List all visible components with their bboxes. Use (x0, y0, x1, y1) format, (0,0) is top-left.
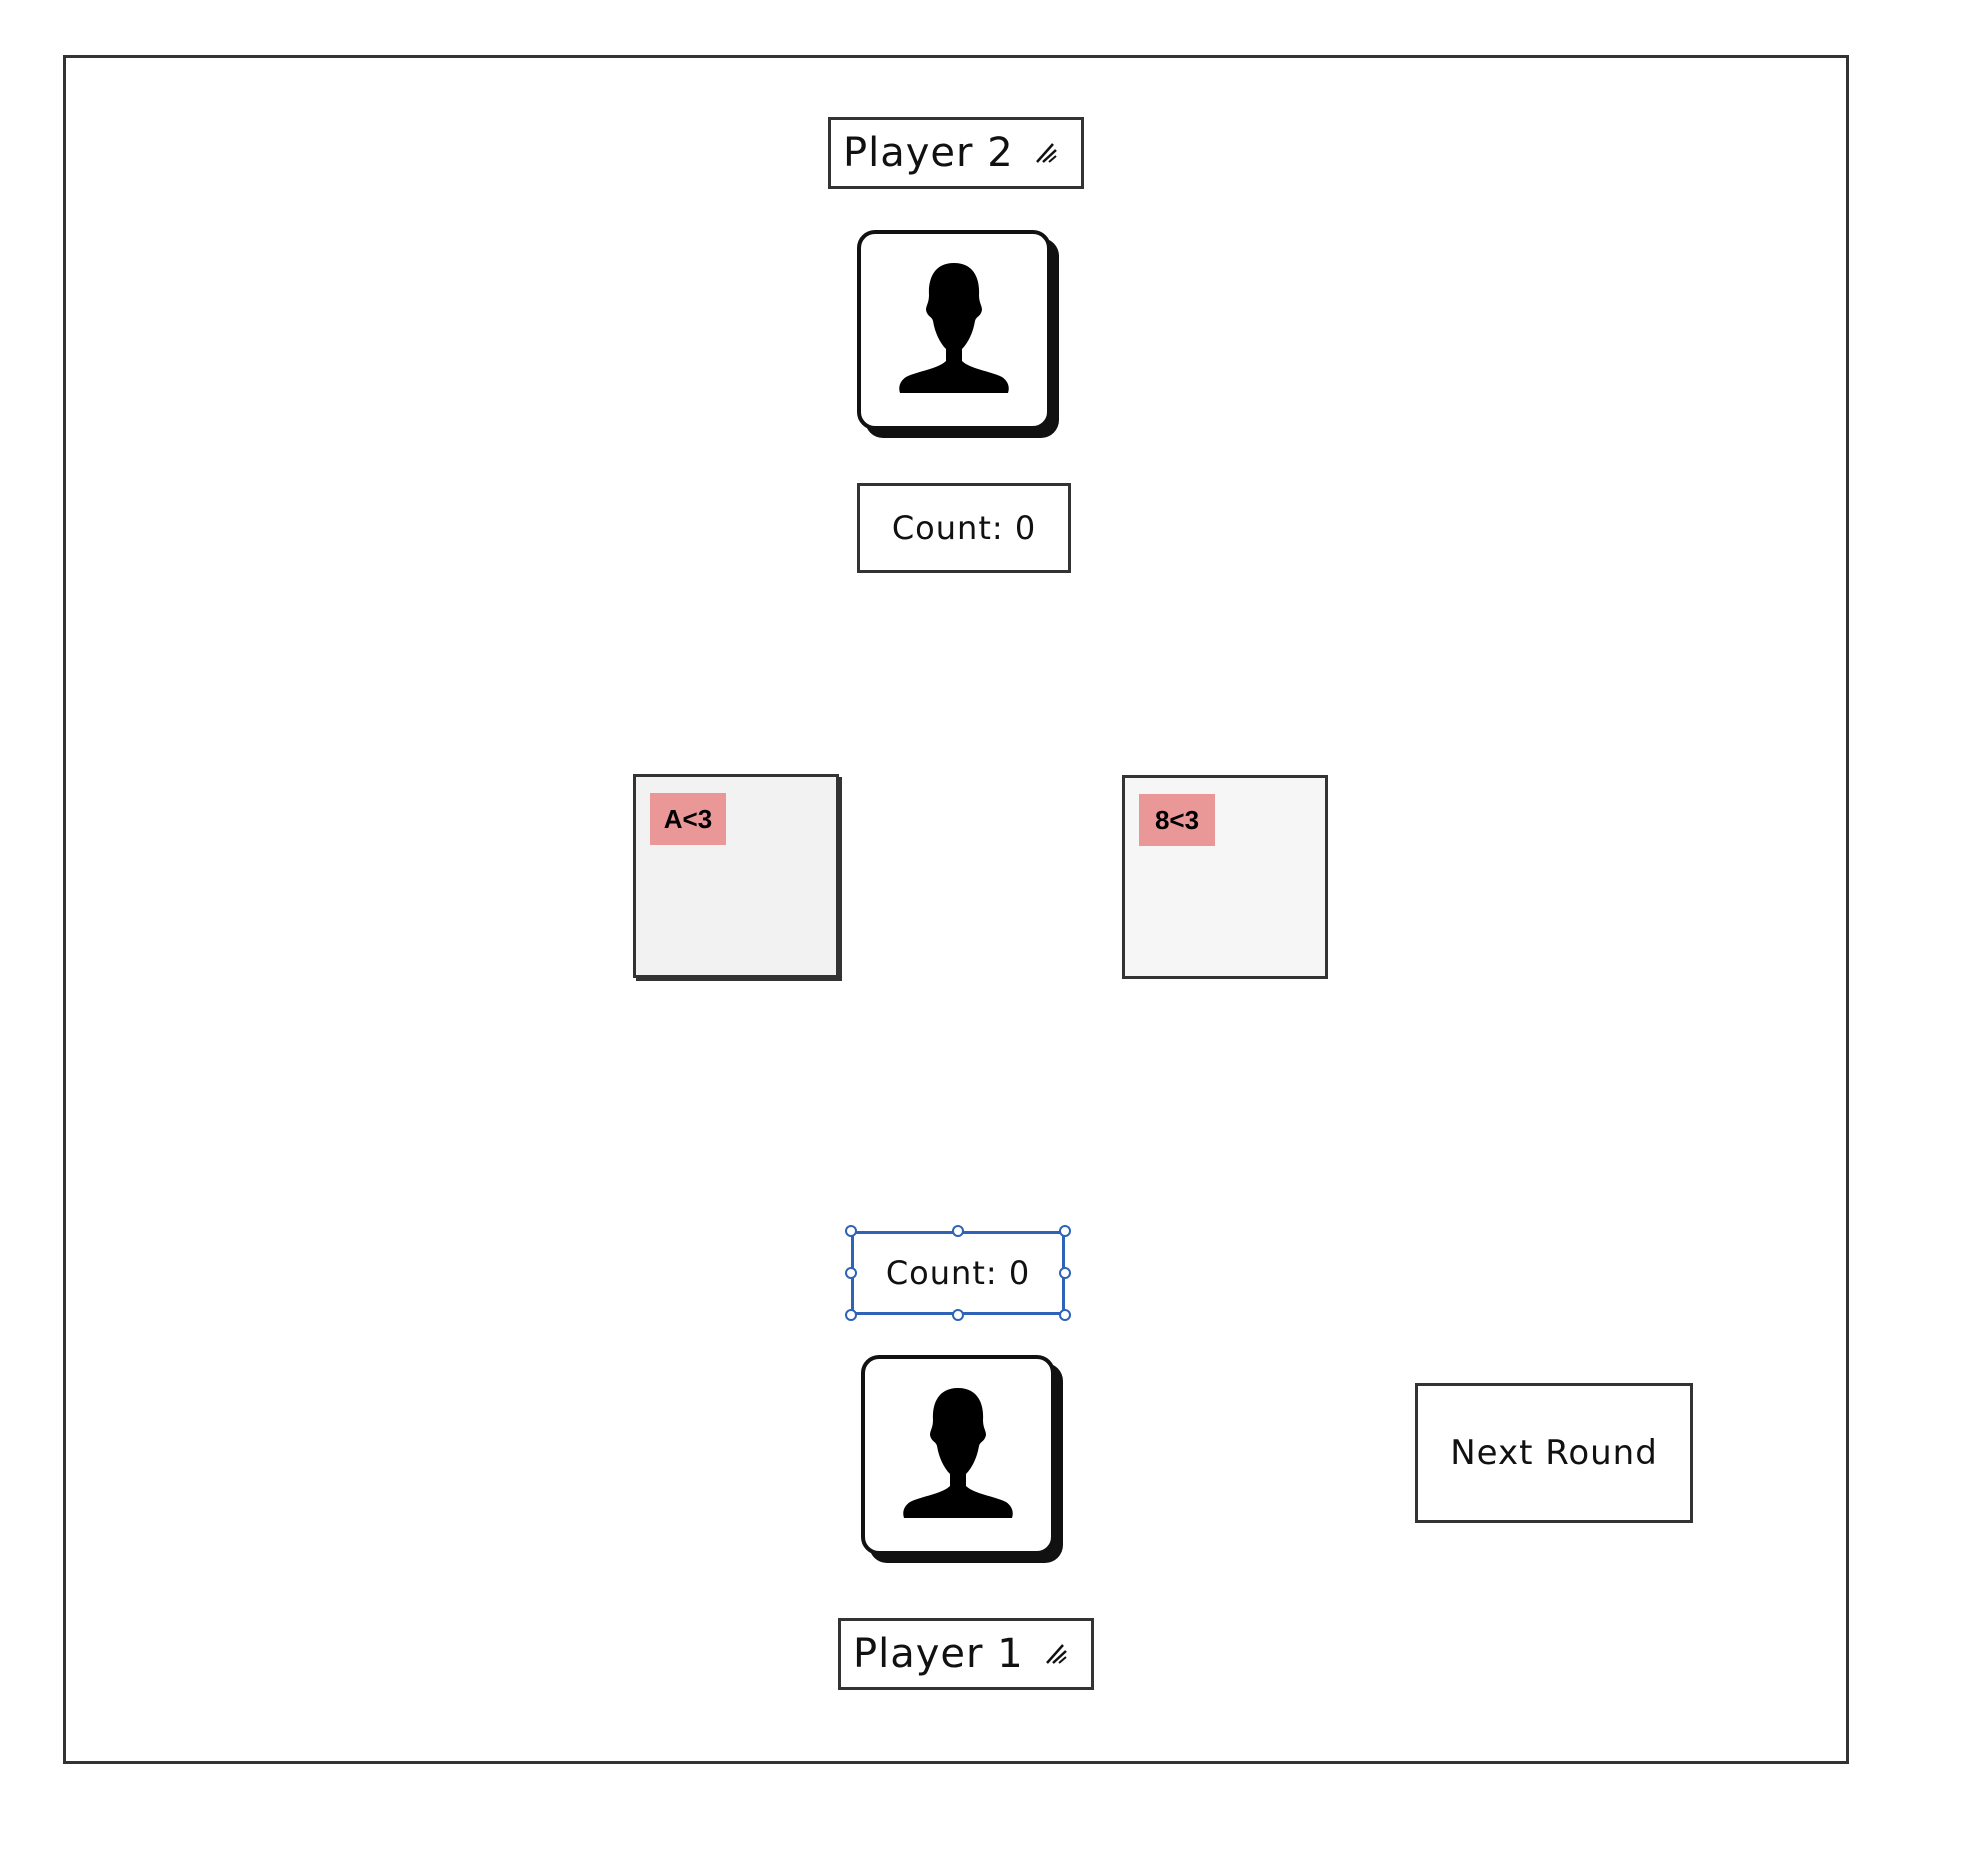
edit-icon[interactable] (1033, 140, 1059, 166)
resize-handle[interactable] (845, 1309, 857, 1321)
player-2-avatar (857, 230, 1051, 430)
card-label-tag: 8<3 (1139, 794, 1215, 846)
next-round-label: Next Round (1450, 1433, 1658, 1473)
player-1-played-card[interactable]: A<3 (633, 774, 839, 978)
edit-icon[interactable] (1043, 1641, 1069, 1667)
player-1-name: Player 1 (853, 1631, 1024, 1677)
player-1-count[interactable]: Count: 0 (851, 1231, 1065, 1315)
resize-handle[interactable] (845, 1225, 857, 1237)
player-2-name: Player 2 (843, 130, 1014, 176)
resize-handle[interactable] (1059, 1309, 1071, 1321)
player-1-count-text: Count: 0 (885, 1254, 1031, 1292)
card-label-tag: A<3 (650, 793, 726, 845)
resize-handle[interactable] (1059, 1225, 1071, 1237)
resize-handle[interactable] (952, 1225, 964, 1237)
player-1-name-label[interactable]: Player 1 (838, 1618, 1094, 1690)
person-silhouette-icon (903, 1388, 1013, 1518)
person-silhouette-icon (899, 263, 1009, 393)
next-round-button[interactable]: Next Round (1415, 1383, 1693, 1523)
player-2-name-label[interactable]: Player 2 (828, 117, 1084, 189)
resize-handle[interactable] (845, 1267, 857, 1279)
resize-handle[interactable] (952, 1309, 964, 1321)
player-2-played-card[interactable]: 8<3 (1122, 775, 1328, 979)
player-2-count-text: Count: 0 (891, 509, 1037, 547)
player-2-count: Count: 0 (857, 483, 1071, 573)
resize-handle[interactable] (1059, 1267, 1071, 1279)
player-1-avatar (861, 1355, 1055, 1555)
